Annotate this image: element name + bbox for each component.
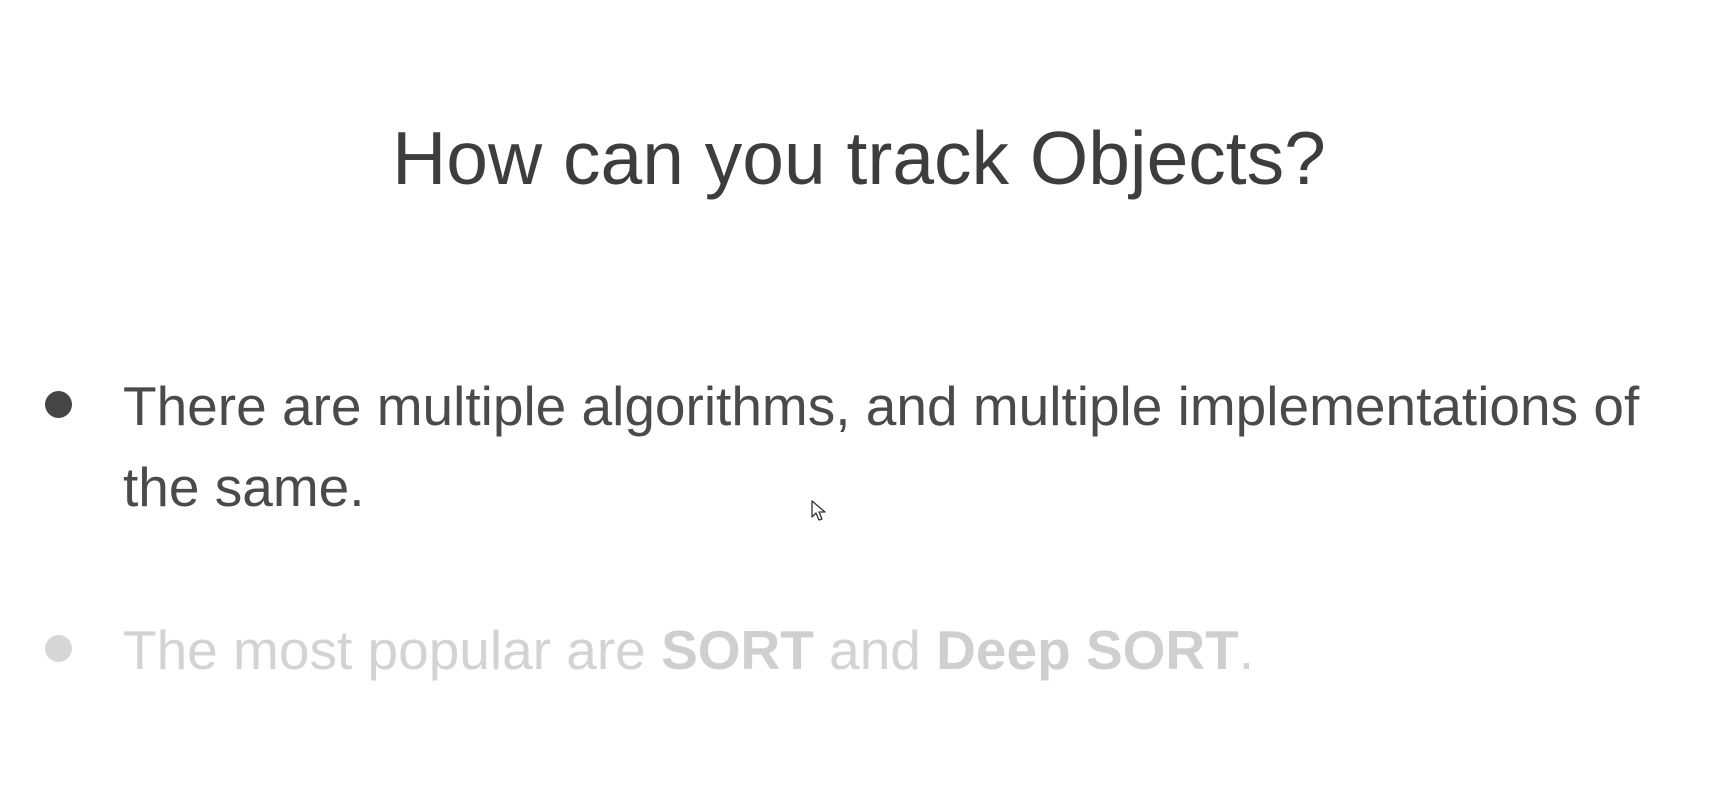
slide-title: How can you track Objects? [392, 116, 1326, 200]
bullet-text-part: . [1238, 619, 1255, 681]
sort-label: SORT [661, 619, 814, 681]
bullet-icon [45, 391, 72, 418]
bullet-icon [45, 635, 72, 662]
slide: How can you track Objects? There are mul… [0, 0, 1732, 789]
mouse-pointer-icon [811, 500, 826, 521]
bullet-text-part: and [813, 619, 937, 681]
bullet-text-part: The most popular are [123, 619, 662, 681]
bullet-text: The most popular are SORT and Deep SORT. [123, 610, 1683, 691]
deep-sort-label: Deep SORT [936, 619, 1239, 681]
bullet-text: There are multiple algorithms, and multi… [123, 375, 1640, 518]
